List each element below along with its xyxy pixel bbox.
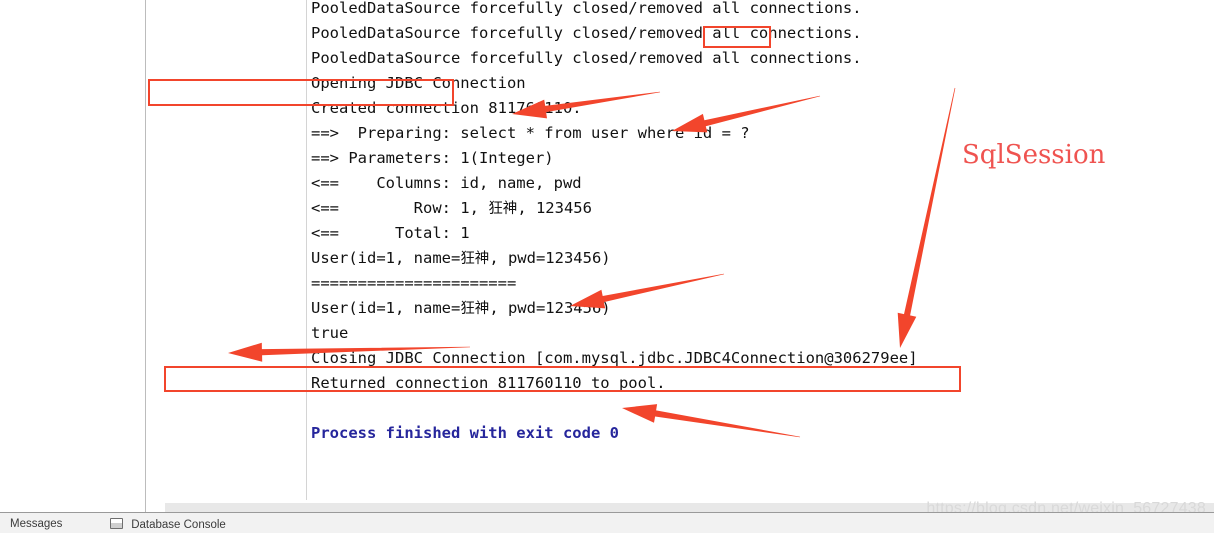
ide-console-screenshot: PooledDataSource forcefully closed/remov…	[0, 0, 1214, 533]
console-line: ==> Parameters: 1(Integer)	[311, 149, 554, 167]
console-line: PooledDataSource forcefully closed/remov…	[311, 49, 862, 67]
status-item-messages[interactable]: Messages	[10, 518, 62, 530]
console-line: PooledDataSource forcefully closed/remov…	[311, 0, 862, 17]
console-line: Created connection 811760110.	[311, 99, 582, 117]
console-line: ==> Preparing: select * from user where …	[311, 124, 750, 142]
database-console-label: Database Console	[131, 519, 226, 531]
console-line: <== Total: 1	[311, 224, 470, 242]
database-console-icon	[110, 518, 123, 529]
console-line: PooledDataSource forcefully closed/remov…	[311, 24, 862, 42]
status-bar: Messages Database Console	[0, 513, 1214, 533]
console-line: Process finished with exit code 0	[311, 424, 619, 442]
console-line: Returned connection 811760110 to pool.	[311, 374, 666, 392]
console-line: <== Columns: id, name, pwd	[311, 174, 582, 192]
status-item-database-console[interactable]: Database Console	[110, 518, 226, 531]
console-line: Opening JDBC Connection	[311, 74, 526, 92]
messages-label: Messages	[10, 518, 63, 530]
console-line: true	[311, 324, 349, 342]
console-output-text: PooledDataSource forcefully closed/remov…	[311, 0, 1214, 446]
console-line: Closing JDBC Connection [com.mysql.jdbc.…	[311, 349, 918, 367]
run-console-pane[interactable]: PooledDataSource forcefully closed/remov…	[146, 0, 1214, 500]
console-line: <== Row: 1, 狂神, 123456	[311, 199, 592, 217]
left-gutter-area	[0, 0, 145, 512]
console-line: User(id=1, name=狂神, pwd=123456)	[311, 249, 611, 267]
console-line: User(id=1, name=狂神, pwd=123456)	[311, 299, 611, 317]
console-line: ======================	[311, 274, 517, 292]
console-left-border	[306, 0, 307, 500]
